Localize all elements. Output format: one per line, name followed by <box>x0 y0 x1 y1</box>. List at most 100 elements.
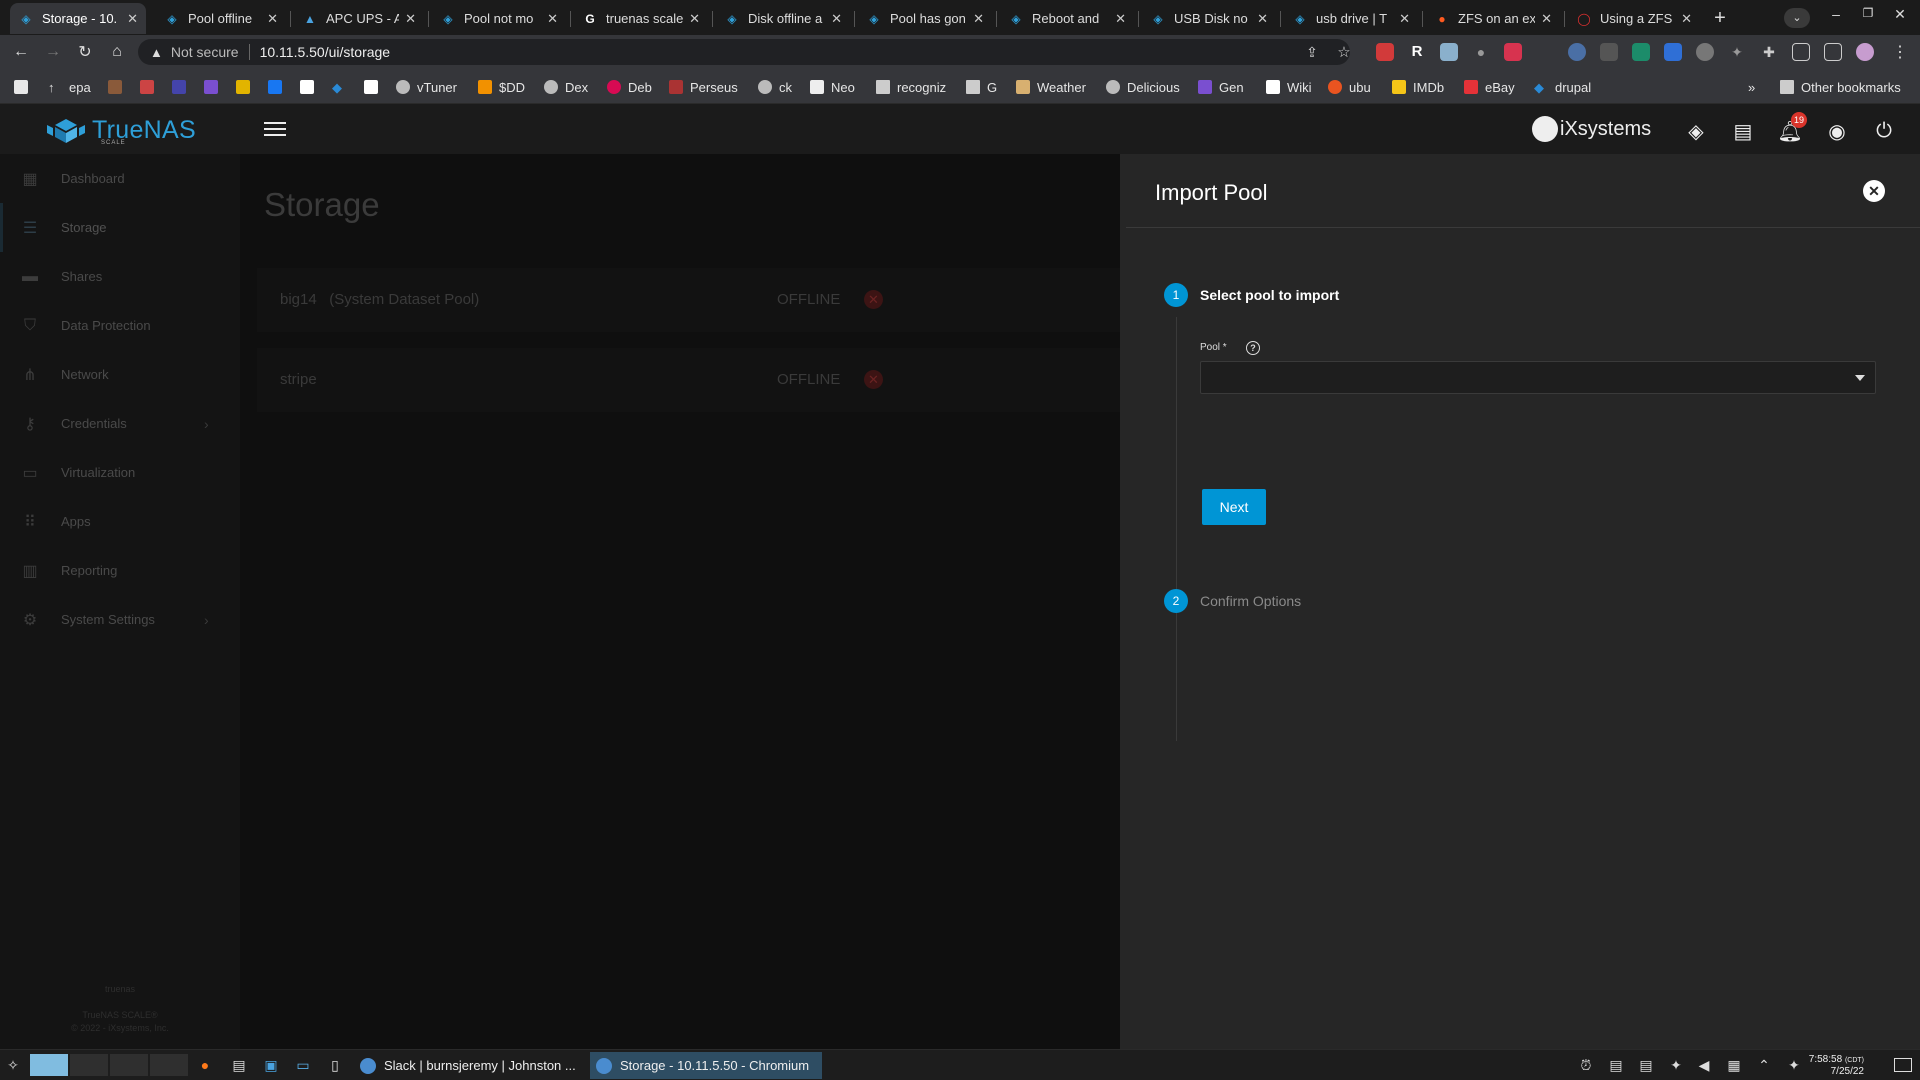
bookmark-item[interactable]: Delicious <box>1106 78 1180 96</box>
taskbar-task[interactable]: Storage - 10.11.5.50 - Chromium <box>590 1052 822 1079</box>
browser-tab[interactable]: ◈ USB Disk no ✕ <box>1142 3 1276 34</box>
new-tab-icon[interactable]: + <box>1708 6 1732 30</box>
microphone-icon[interactable]: ● <box>1472 43 1490 61</box>
next-button[interactable]: Next <box>1202 489 1266 525</box>
warning-triangle-icon[interactable]: ▲ <box>150 45 163 60</box>
profile-avatar-icon[interactable] <box>1856 43 1874 61</box>
browser-menu-icon[interactable]: ⋮ <box>1890 41 1910 63</box>
volume-icon[interactable]: ◀ <box>1696 1057 1712 1073</box>
pool-card[interactable]: big14 (System Dataset Pool) OFFLINE ✕ <box>257 268 1120 332</box>
workspace-3[interactable] <box>110 1054 148 1076</box>
launcher-icon[interactable]: ✧ <box>4 1056 22 1074</box>
sidebar-item-storage[interactable]: ☰ Storage <box>0 203 240 252</box>
close-tab-icon[interactable]: ✕ <box>1681 11 1692 27</box>
other-bookmarks-folder[interactable]: Other bookmarks <box>1780 78 1901 96</box>
close-tab-icon[interactable]: ✕ <box>1399 11 1410 27</box>
extension-icon[interactable] <box>1600 43 1618 61</box>
browser-tab[interactable]: ▲ APC UPS - Ar ✕ <box>294 3 424 34</box>
restore-window-icon[interactable]: ❐ <box>1858 6 1878 26</box>
account-circle-icon[interactable]: ◉ <box>1825 119 1849 143</box>
close-tab-icon[interactable]: ✕ <box>267 11 278 27</box>
step-label[interactable]: Select pool to import <box>1200 287 1339 303</box>
pool-select[interactable] <box>1200 361 1876 394</box>
power-icon[interactable]: ⏻ <box>1872 119 1896 143</box>
workspace-4[interactable] <box>150 1054 188 1076</box>
network-tray-icon[interactable]: ▦ <box>1726 1057 1742 1073</box>
taskbar-task[interactable]: Slack | burnsjeremy | Johnston ... <box>354 1052 584 1079</box>
extension-icon[interactable] <box>1440 43 1458 61</box>
clock[interactable]: 7:58:58 (CDT) 7/25/22 <box>1808 1054 1864 1077</box>
close-tab-icon[interactable]: ✕ <box>973 11 984 27</box>
close-tab-icon[interactable]: ✕ <box>127 11 138 27</box>
extension-icon[interactable] <box>1696 43 1714 61</box>
workspace-1[interactable] <box>30 1054 68 1076</box>
tray-alarm-icon[interactable]: ⏰︎ <box>1578 1057 1594 1073</box>
step-number[interactable]: 2 <box>1164 589 1188 613</box>
store-icon[interactable]: ▣ <box>262 1056 280 1074</box>
minimize-window-icon[interactable]: – <box>1826 6 1846 26</box>
browser-tab[interactable]: ◈ usb drive | T ✕ <box>1284 3 1418 34</box>
bookmark-item[interactable] <box>204 78 225 96</box>
browser-tab[interactable]: ◈ Pool offline ✕ <box>156 3 286 34</box>
step-label[interactable]: Confirm Options <box>1200 593 1301 609</box>
terminal-icon[interactable]: ▤ <box>230 1056 248 1074</box>
truecommand-icon[interactable]: ◈ <box>1684 119 1708 143</box>
sidebar-item-virtualization[interactable]: ▭ Virtualization <box>0 448 240 497</box>
pocket-extension-icon[interactable] <box>1504 43 1522 61</box>
bookmark-item[interactable]: Weather <box>1016 78 1086 96</box>
extension-icon[interactable]: ✦ <box>1728 43 1746 61</box>
close-tab-icon[interactable]: ✕ <box>1115 11 1126 27</box>
step-number[interactable]: 1 <box>1164 283 1188 307</box>
bookmark-item[interactable]: ck <box>758 78 792 96</box>
firefox-icon[interactable]: ● <box>196 1056 214 1074</box>
close-tab-icon[interactable]: ✕ <box>689 11 700 27</box>
home-icon[interactable]: ⌂ <box>106 41 128 63</box>
close-tab-icon[interactable]: ✕ <box>1257 11 1268 27</box>
more-bookmarks-icon[interactable]: » <box>1748 78 1755 96</box>
bookmark-item[interactable]: Gen <box>1198 78 1244 96</box>
share-icon[interactable]: ⇪ <box>1302 41 1322 63</box>
browser-tab[interactable]: G truenas scale ✕ <box>574 3 708 34</box>
extension-icon[interactable] <box>1632 43 1650 61</box>
text-editor-icon[interactable]: ▯ <box>326 1056 344 1074</box>
bookmark-item[interactable]: Perseus <box>669 78 738 96</box>
close-panel-icon[interactable]: ✕ <box>1863 180 1885 202</box>
extension-icon[interactable] <box>1568 43 1586 61</box>
sidebar-item-reporting[interactable]: ▥ Reporting <box>0 546 240 595</box>
bookmark-apps[interactable] <box>14 78 35 96</box>
extension-icon[interactable] <box>1664 43 1682 61</box>
sidebar-item-network[interactable]: ⋔ Network <box>0 350 240 399</box>
close-tab-icon[interactable]: ✕ <box>831 11 842 27</box>
browser-tab[interactable]: ◈ Pool has gon ✕ <box>858 3 992 34</box>
close-tab-icon[interactable]: ✕ <box>1541 11 1552 27</box>
sidebar-item-apps[interactable]: ⠿ Apps <box>0 497 240 546</box>
bookmark-item[interactable]: ◆ drupal <box>1534 78 1591 96</box>
tab-search-icon[interactable]: ⌄ <box>1784 8 1810 28</box>
task-manager-icon[interactable]: ▤ <box>1731 119 1755 143</box>
close-tab-icon[interactable]: ✕ <box>405 11 416 27</box>
r-extension-icon[interactable]: R <box>1408 43 1426 61</box>
url-text[interactable]: 10.11.5.50/ui/storage <box>260 44 391 60</box>
bookmark-item[interactable] <box>364 78 385 96</box>
back-arrow-icon[interactable]: ← <box>10 41 32 63</box>
bookmark-item[interactable] <box>108 78 129 96</box>
puzzle-extensions-icon[interactable]: ✚ <box>1760 43 1778 61</box>
browser-tab[interactable]: ◈ Disk offline a ✕ <box>716 3 850 34</box>
side-panel-icon[interactable] <box>1824 43 1842 61</box>
bookmark-item[interactable] <box>268 78 289 96</box>
tray-expand-icon[interactable]: ⌃ <box>1756 1057 1772 1073</box>
show-desktop-icon[interactable] <box>1894 1058 1912 1072</box>
pool-card[interactable]: stripe OFFLINE ✕ <box>257 348 1120 412</box>
sidebar-item-data-protection[interactable]: ⛉ Data Protection <box>0 301 240 350</box>
bookmark-star-icon[interactable]: ☆ <box>1334 41 1354 63</box>
sidebar-item-credentials[interactable]: ⚷ Credentials › <box>0 399 240 448</box>
bookmark-item[interactable]: Neo <box>810 78 855 96</box>
bookmark-item[interactable]: ◆ <box>332 78 353 96</box>
tray-bulb-icon[interactable]: ✦ <box>1786 1057 1802 1073</box>
hamburger-menu-icon[interactable] <box>264 122 286 138</box>
bookmark-item[interactable]: IMDb <box>1392 78 1444 96</box>
browser-tab[interactable]: ◈ Reboot and ✕ <box>1000 3 1134 34</box>
ixsystems-logo[interactable]: iXsystems <box>1532 116 1651 142</box>
bookmark-folder[interactable]: recogniz <box>876 78 946 96</box>
browser-tab[interactable]: ◈ Storage - 10. ✕ <box>10 3 146 34</box>
